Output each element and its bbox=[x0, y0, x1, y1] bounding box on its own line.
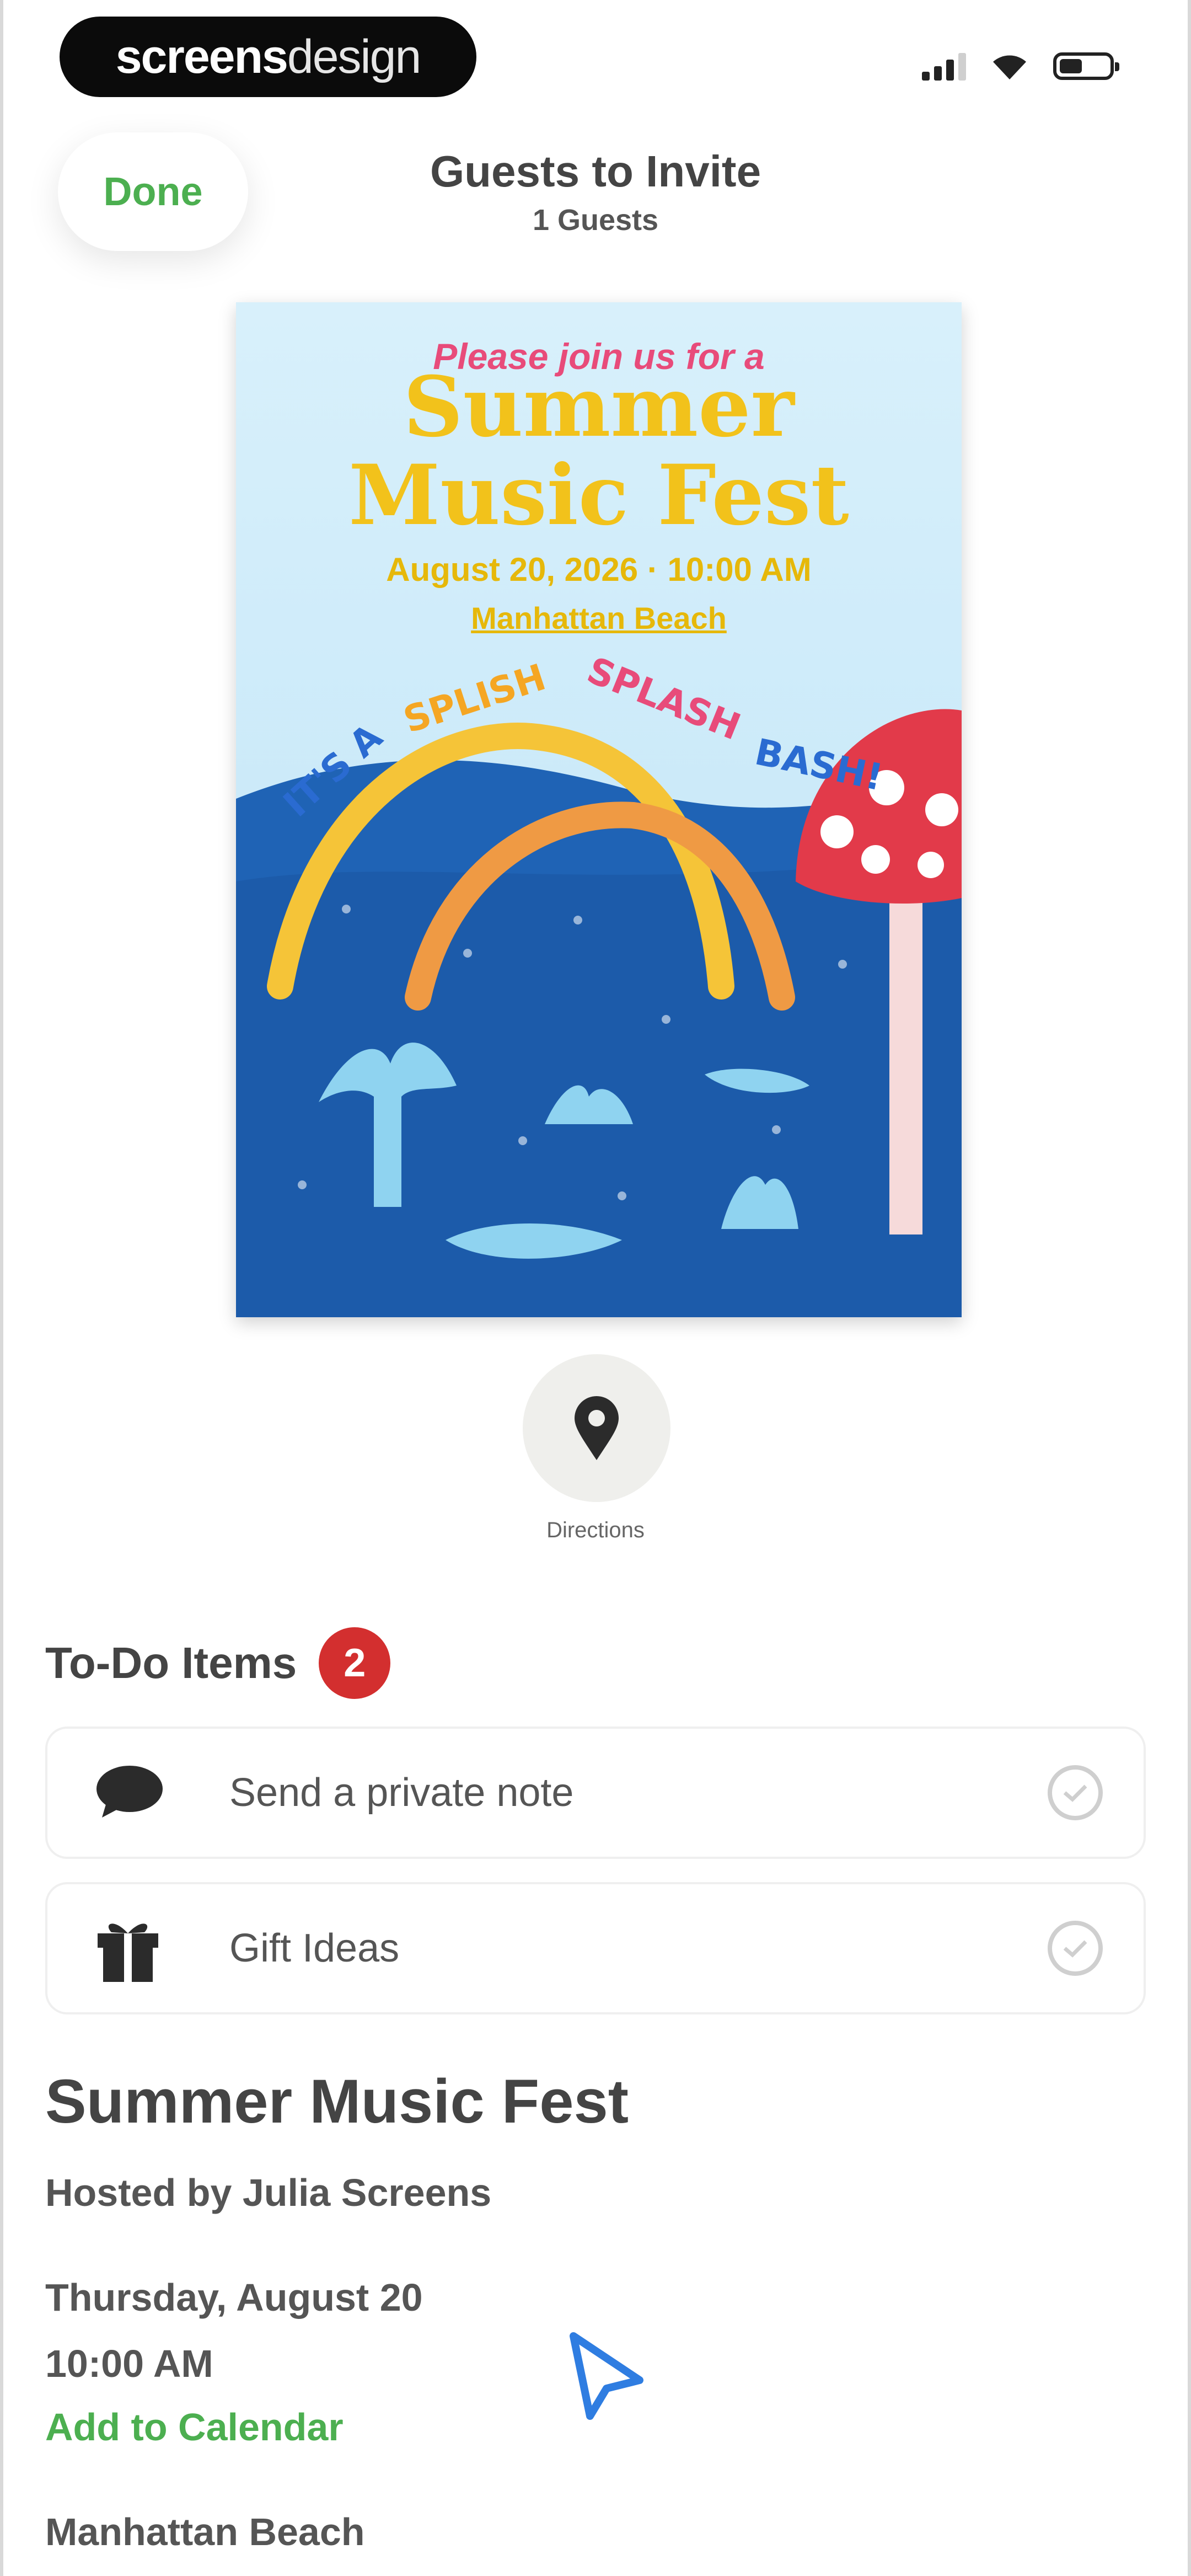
todo-item-label: Gift Ideas bbox=[229, 1926, 400, 1970]
signal-icon bbox=[922, 52, 966, 81]
event-date: Thursday, August 20 bbox=[45, 2276, 423, 2319]
map-pin-icon bbox=[575, 1396, 619, 1460]
checkmark-icon[interactable] bbox=[1048, 1765, 1103, 1820]
gift-icon bbox=[84, 1904, 172, 1992]
todo-item-label: Send a private note bbox=[229, 1771, 574, 1815]
directions-button[interactable] bbox=[523, 1354, 670, 1502]
todo-heading: To-Do Items 2 bbox=[45, 1627, 391, 1699]
event-location[interactable]: Manhattan Beach bbox=[45, 2510, 365, 2554]
event-time: 10:00 AM bbox=[45, 2342, 213, 2385]
invitation-splash-text: IT'S A SPLISH SPLASH BASH! bbox=[275, 649, 887, 825]
todo-item-private-note[interactable]: Send a private note bbox=[45, 1727, 1146, 1859]
event-title: Summer Music Fest bbox=[45, 2067, 629, 2136]
speech-bubble-icon bbox=[84, 1749, 172, 1837]
add-to-calendar-link[interactable]: Add to Calendar bbox=[45, 2405, 344, 2449]
checkmark-icon[interactable] bbox=[1048, 1921, 1103, 1976]
guest-count: 1 Guests bbox=[532, 204, 659, 237]
page-title: Guests to Invite bbox=[430, 147, 761, 196]
invitation-venue: Manhattan Beach bbox=[471, 601, 727, 635]
directions-label: Directions bbox=[546, 1518, 645, 1542]
battery-icon bbox=[1053, 52, 1119, 80]
todo-count-badge: 2 bbox=[319, 1627, 391, 1699]
event-host: Hosted by Julia Screens bbox=[45, 2171, 492, 2214]
invitation-card[interactable]: Please join us for a Summer Music Fest A… bbox=[236, 302, 962, 1317]
brand-logo: screens design bbox=[60, 17, 476, 97]
invitation-title: Summer Music Fest bbox=[348, 359, 849, 544]
status-icons bbox=[922, 50, 1119, 83]
todo-item-gift-ideas[interactable]: Gift Ideas bbox=[45, 1882, 1146, 2014]
wifi-icon bbox=[993, 55, 1026, 79]
pointer-cursor-icon bbox=[570, 2332, 643, 2420]
invitation-date: August 20, 2026 · 10:00 AM bbox=[386, 551, 812, 588]
